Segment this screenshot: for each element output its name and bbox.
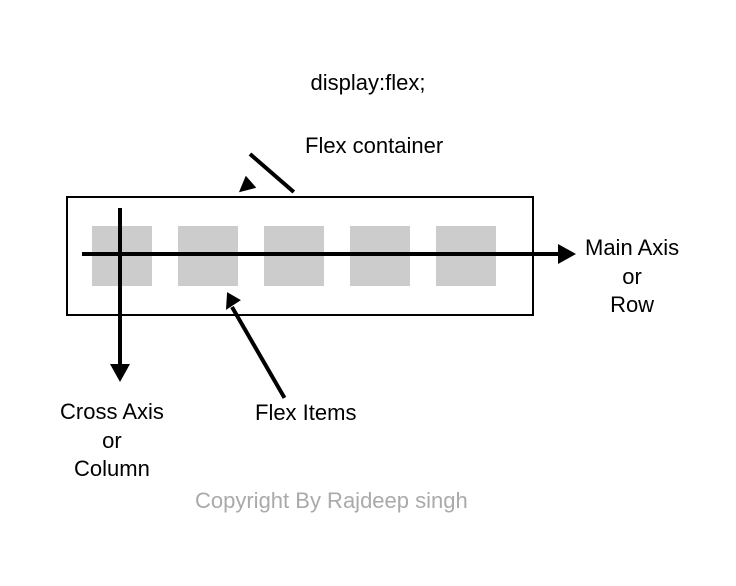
diagram-title: display:flex; xyxy=(311,70,426,96)
main-axis-arrow-line xyxy=(82,252,564,256)
flex-item xyxy=(178,226,238,286)
flex-item xyxy=(350,226,410,286)
flex-items-arrow-line xyxy=(230,306,286,399)
cross-axis-arrowhead-icon xyxy=(110,364,130,382)
main-axis-label: Main AxisorRow xyxy=(585,234,679,320)
flex-item xyxy=(92,226,152,286)
cross-axis-label: Cross AxisorColumn xyxy=(60,398,164,484)
flex-items-label: Flex Items xyxy=(255,400,356,426)
flex-item xyxy=(264,226,324,286)
flex-container-arrowhead-icon xyxy=(234,176,257,199)
copyright-text: Copyright By Rajdeep singh xyxy=(195,488,468,514)
flex-container-label: Flex container xyxy=(305,133,443,159)
main-axis-arrowhead-icon xyxy=(558,244,576,264)
flex-item xyxy=(436,226,496,286)
cross-axis-arrow-line xyxy=(118,208,122,368)
